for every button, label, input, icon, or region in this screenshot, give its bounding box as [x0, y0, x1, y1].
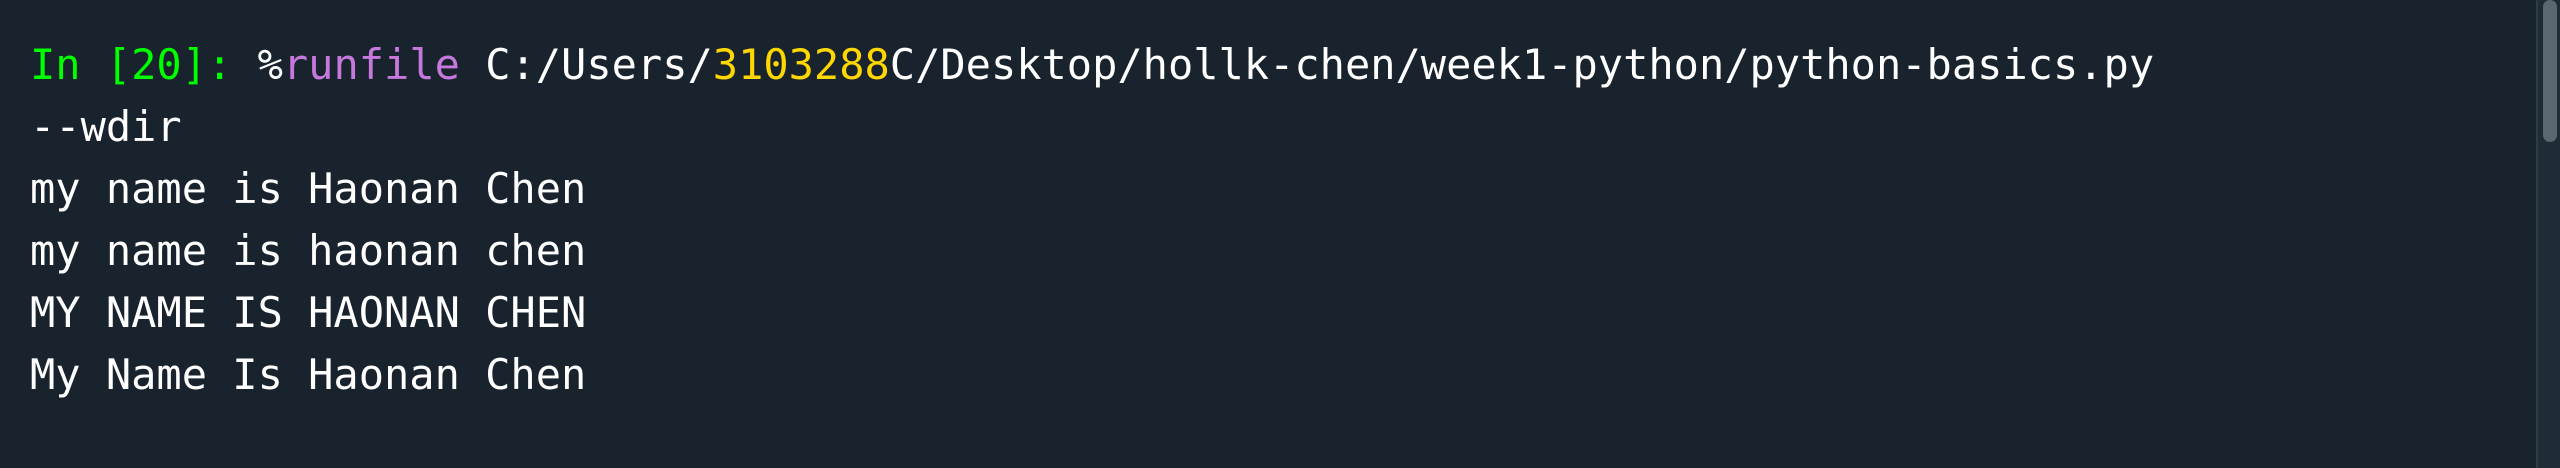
magic-command-name: runfile — [282, 40, 460, 89]
ipython-console[interactable]: In [20]: %runfile C:/Users/3103288C/Desk… — [0, 0, 2560, 468]
output-line-1: my name is Haonan Chen — [30, 164, 587, 213]
output-line-3: MY NAME IS HAONAN CHEN — [30, 288, 587, 337]
input-prompt: In [20]: — [30, 40, 233, 89]
output-line-2: my name is haonan chen — [30, 226, 587, 275]
magic-percent: % — [257, 40, 283, 89]
path-prefix: C:/Users/ — [485, 40, 713, 89]
command-line: In [20]: %runfile C:/Users/3103288C/Desk… — [30, 34, 2490, 96]
output-line-4: My Name Is Haonan Chen — [30, 350, 587, 399]
command-continuation: --wdir — [30, 102, 182, 151]
path-number: 3103288 — [712, 40, 890, 89]
scrollbar-thumb[interactable] — [2543, 0, 2557, 142]
path-suffix: C/Desktop/hollk-chen/week1-python/python… — [889, 40, 2155, 89]
console-output-area[interactable]: In [20]: %runfile C:/Users/3103288C/Desk… — [30, 34, 2490, 406]
vertical-scrollbar[interactable] — [2536, 0, 2560, 468]
